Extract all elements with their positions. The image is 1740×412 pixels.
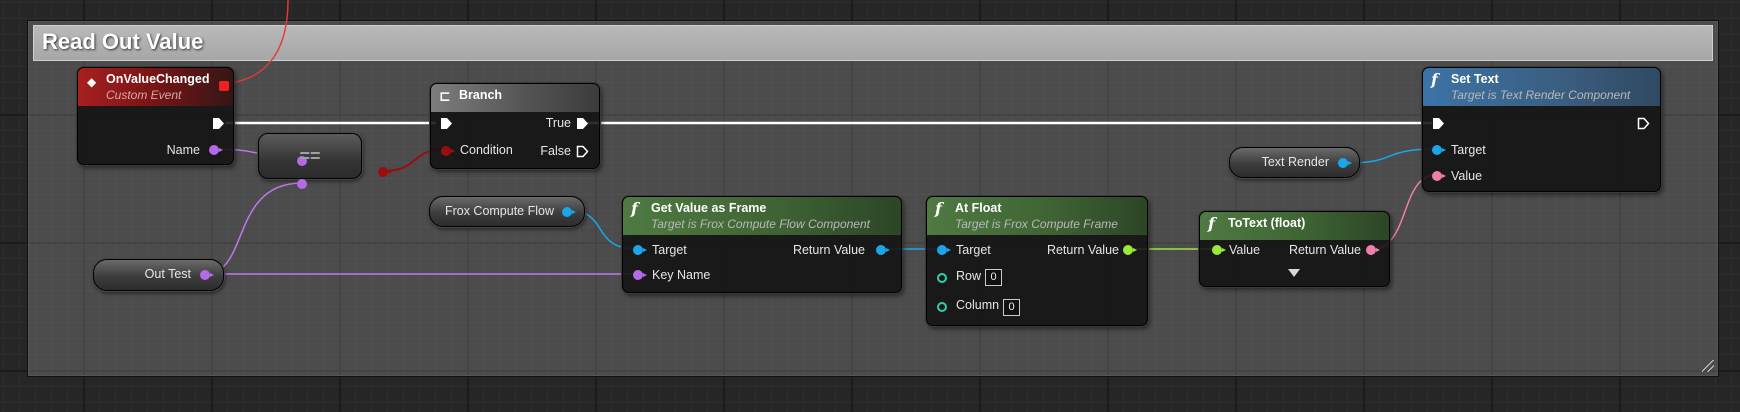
compare-result-pin-icon[interactable]	[378, 167, 392, 177]
exec-out-pin-icon[interactable]	[1637, 117, 1650, 130]
function-icon: f	[1208, 214, 1215, 233]
text-render-out-pin-icon[interactable]	[1338, 158, 1352, 168]
node-header: f Get Value as Frame Target is Frox Comp…	[623, 197, 901, 235]
pin-label-column: Column	[956, 298, 1000, 312]
comment-header[interactable]: Read Out Value	[33, 25, 1713, 61]
node-equals[interactable]: ==	[258, 133, 392, 189]
target-pin-icon[interactable]	[633, 245, 647, 255]
pin-label-name: Name	[166, 143, 200, 157]
node-get-value-as-frame[interactable]: f Get Value as Frame Target is Frox Comp…	[622, 196, 902, 293]
node-subtitle: Target is Text Render Component	[1451, 88, 1631, 102]
var-out-test[interactable]: Out Test	[93, 259, 224, 291]
pin-label-target: Target	[1451, 143, 1486, 157]
pin-label-target: Target	[652, 243, 687, 257]
pin-label-value: Value	[1451, 169, 1483, 183]
value-pin-icon[interactable]	[1432, 171, 1446, 181]
node-title: Get Value as Frame	[651, 201, 767, 215]
node-set-text[interactable]: f Set Text Target is Text Render Compone…	[1422, 67, 1661, 192]
condition-pin-icon[interactable]	[441, 146, 455, 156]
pin-label-return-value: Return Value	[1288, 243, 1361, 257]
exec-in-pin-icon[interactable]	[1432, 117, 1445, 130]
delegate-pin-icon[interactable]	[219, 81, 229, 91]
node-title: ToText (float)	[1228, 216, 1306, 230]
row-input[interactable]: 0	[985, 269, 1002, 286]
var-label: Text Render	[1261, 155, 1329, 169]
node-at-float[interactable]: f At Float Target is Frox Compute Frame …	[926, 196, 1148, 326]
compare-b-pin-icon[interactable]	[297, 179, 307, 189]
node-title: At Float	[955, 201, 1002, 215]
key-name-pin-icon[interactable]	[633, 270, 647, 280]
pin-label-target: Target	[956, 243, 991, 257]
name-pin-icon[interactable]	[209, 145, 223, 155]
column-input[interactable]: 0	[1003, 299, 1020, 316]
node-branch[interactable]: ⊏ Branch True Condition False	[430, 83, 600, 169]
node-title: Branch	[459, 88, 503, 102]
pin-label-key-name: Key Name	[652, 268, 711, 282]
comment-title: Read Out Value	[42, 29, 204, 54]
var-text-render[interactable]: Text Render	[1229, 147, 1360, 178]
pin-label-value: Value	[1229, 243, 1261, 257]
frox-flow-out-pin-icon[interactable]	[562, 207, 576, 217]
node-to-text-float[interactable]: f ToText (float) Value Return Value	[1199, 211, 1390, 287]
pin-label-false: False	[540, 144, 571, 158]
var-label: Frox Compute Flow	[444, 204, 554, 218]
var-label: Out Test	[144, 267, 191, 281]
function-icon: f	[1431, 70, 1438, 89]
target-pin-icon[interactable]	[1432, 145, 1446, 155]
expand-arrow-icon[interactable]	[1288, 269, 1300, 277]
var-frox-compute-flow[interactable]: Frox Compute Flow	[429, 196, 585, 227]
node-title: Set Text	[1451, 72, 1499, 86]
branch-icon: ⊏	[439, 89, 451, 105]
equals-operator: ==	[299, 146, 321, 166]
node-header: ⊏ Branch	[431, 84, 599, 112]
node-header: f At Float Target is Frox Compute Frame	[927, 197, 1147, 235]
exec-true-pin-icon[interactable]	[576, 117, 589, 130]
exec-false-pin-icon[interactable]	[576, 145, 589, 158]
out-test-out-pin-icon[interactable]	[200, 270, 214, 280]
row-pin-icon[interactable]	[937, 273, 947, 283]
node-header: ◆ OnValueChanged Custom Event	[78, 68, 233, 106]
node-header: f ToText (float)	[1200, 212, 1389, 240]
node-subtitle: Target is Frox Compute Flow Component	[651, 217, 870, 231]
return-value-pin-icon[interactable]	[876, 245, 890, 255]
resize-handle-icon[interactable]	[1702, 360, 1714, 372]
pin-label-return-value: Return Value	[1046, 243, 1119, 257]
exec-out-pin-icon[interactable]	[212, 117, 225, 130]
target-pin-icon[interactable]	[937, 245, 951, 255]
function-icon: f	[935, 199, 942, 218]
node-on-value-changed[interactable]: ◆ OnValueChanged Custom Event Name	[77, 67, 234, 165]
pin-label-condition: Condition	[460, 143, 513, 157]
function-icon: f	[631, 199, 638, 218]
pin-label-row: Row	[956, 269, 982, 283]
return-value-pin-icon[interactable]	[1123, 245, 1137, 255]
event-icon: ◆	[87, 75, 97, 89]
exec-in-pin-icon[interactable]	[440, 117, 453, 130]
node-subtitle: Custom Event	[106, 88, 182, 102]
pin-label-true: True	[545, 116, 571, 130]
return-value-pin-icon[interactable]	[1366, 245, 1380, 255]
column-pin-icon[interactable]	[937, 302, 947, 312]
node-header: f Set Text Target is Text Render Compone…	[1423, 68, 1660, 106]
value-pin-icon[interactable]	[1212, 245, 1226, 255]
node-title: OnValueChanged	[106, 72, 210, 86]
pin-label-return-value: Return Value	[792, 243, 865, 257]
node-subtitle: Target is Frox Compute Frame	[955, 217, 1118, 231]
